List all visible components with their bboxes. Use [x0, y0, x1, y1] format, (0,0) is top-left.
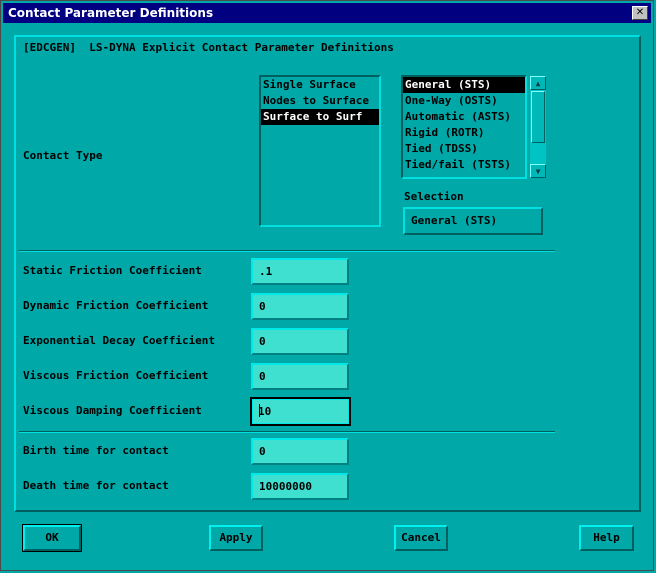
title-bar[interactable]: Contact Parameter Definitions ✕ — [3, 3, 651, 23]
viscous-damping-input[interactable] — [250, 397, 351, 426]
birth-time-input[interactable] — [251, 438, 349, 465]
static-friction-input[interactable] — [251, 258, 349, 285]
contact-category-list[interactable]: Single Surface Nodes to Surface Surface … — [259, 75, 381, 227]
death-time-label: Death time for contact — [23, 479, 169, 492]
dynamic-friction-input[interactable] — [251, 293, 349, 320]
list-item[interactable]: Rigid (ROTR) — [403, 125, 525, 141]
list-item-selected[interactable]: Surface to Surf — [261, 109, 379, 125]
scroll-thumb[interactable] — [531, 91, 545, 143]
scroll-up-icon[interactable]: ▲ — [530, 76, 546, 90]
selection-value: General (STS) — [403, 207, 543, 235]
divider — [19, 431, 555, 433]
viscous-friction-label: Viscous Friction Coefficient — [23, 369, 209, 382]
list-item[interactable]: Automatic (ASTS) — [403, 109, 525, 125]
list-item[interactable]: Tied (TDSS) — [403, 141, 525, 157]
contact-type-label: Contact Type — [23, 149, 103, 162]
death-time-input[interactable] — [251, 473, 349, 500]
ok-button[interactable]: OK — [22, 524, 82, 552]
divider — [19, 250, 555, 252]
selection-label: Selection — [404, 190, 464, 203]
static-friction-label: Static Friction Coefficient — [23, 264, 202, 277]
exponential-decay-label: Exponential Decay Coefficient — [23, 334, 216, 347]
exponential-decay-input[interactable] — [251, 328, 349, 355]
list-item[interactable]: Single Surface — [261, 77, 379, 93]
window-title: Contact Parameter Definitions — [8, 6, 214, 20]
viscous-damping-label: Viscous Damping Coefficient — [23, 404, 202, 417]
help-button[interactable]: Help — [579, 525, 634, 551]
list-item[interactable]: Tied/fail (TSTS) — [403, 157, 525, 173]
viscous-friction-input[interactable] — [251, 363, 349, 390]
scroll-down-icon[interactable]: ▼ — [530, 164, 546, 178]
list-item[interactable]: Nodes to Surface — [261, 93, 379, 109]
dialog-window: Contact Parameter Definitions ✕ [EDCGEN]… — [0, 0, 654, 571]
apply-button[interactable]: Apply — [209, 525, 263, 551]
close-icon[interactable]: ✕ — [632, 6, 648, 20]
list-item-selected[interactable]: General (STS) — [403, 77, 525, 93]
cancel-button[interactable]: Cancel — [394, 525, 448, 551]
dialog-header: [EDCGEN] LS-DYNA Explicit Contact Parame… — [23, 41, 394, 54]
list-item[interactable]: One-Way (OSTS) — [403, 93, 525, 109]
contact-type-list[interactable]: General (STS) One-Way (OSTS) Automatic (… — [401, 75, 527, 179]
type-list-scrollbar[interactable]: ▲ ▼ — [530, 76, 546, 178]
text-cursor — [259, 404, 260, 417]
dynamic-friction-label: Dynamic Friction Coefficient — [23, 299, 209, 312]
birth-time-label: Birth time for contact — [23, 444, 169, 457]
